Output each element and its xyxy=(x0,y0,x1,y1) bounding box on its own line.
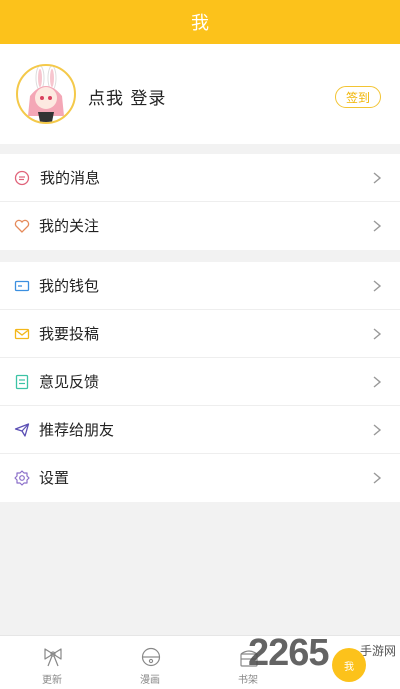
gear-icon xyxy=(14,470,30,486)
menu-item-feedback[interactable]: 意见反馈 xyxy=(0,358,400,406)
mail-icon xyxy=(14,328,30,340)
menu-item-recommend[interactable]: 推荐给朋友 xyxy=(0,406,400,454)
menu-group-2: 我的钱包 我要投稿 意见反馈 推荐给朋友 设置 xyxy=(0,262,400,502)
tab-label: 漫画 xyxy=(140,675,160,686)
message-icon xyxy=(14,170,30,186)
menu-item-label: 我的消息 xyxy=(40,169,101,187)
feedback-icon xyxy=(15,374,29,390)
chevron-right-icon xyxy=(373,424,382,436)
menu-item-label: 我的关注 xyxy=(39,217,100,235)
tab-comics[interactable]: 漫画 xyxy=(120,642,180,687)
page-title: 我 xyxy=(191,13,209,34)
bow-icon xyxy=(44,648,62,667)
login-prompt[interactable]: 点我 登录 xyxy=(88,84,166,109)
tab-label: 更新 xyxy=(42,675,62,686)
avatar[interactable] xyxy=(16,64,76,124)
chevron-right-icon xyxy=(373,376,382,388)
tab-updates[interactable]: 更新 xyxy=(22,642,82,687)
chevron-right-icon xyxy=(373,280,382,292)
chevron-right-icon xyxy=(373,220,382,232)
chevron-right-icon xyxy=(373,472,382,484)
menu-item-settings[interactable]: 设置 xyxy=(0,454,400,502)
menu-item-label: 意见反馈 xyxy=(39,373,100,391)
heart-icon xyxy=(14,219,30,233)
menu-item-label: 我的钱包 xyxy=(39,277,100,295)
profile-card[interactable]: 点我 登录 签到 xyxy=(0,44,400,144)
menu-item-following[interactable]: 我的关注 xyxy=(0,202,400,250)
tab-label: 我 xyxy=(344,661,354,673)
top-bar: 我 xyxy=(0,0,400,44)
watermark-logo: 2265 xyxy=(248,632,330,674)
menu-item-wallet[interactable]: 我的钱包 xyxy=(0,262,400,310)
menu-item-label: 设置 xyxy=(39,469,70,487)
bell-icon xyxy=(141,647,161,667)
tab-me[interactable]: 我 xyxy=(332,648,366,682)
menu-item-messages[interactable]: 我的消息 xyxy=(0,154,400,202)
send-icon xyxy=(14,423,30,437)
menu-group-1: 我的消息 我的关注 xyxy=(0,154,400,250)
menu-item-label: 我要投稿 xyxy=(39,325,100,343)
checkin-button[interactable]: 签到 xyxy=(335,86,381,108)
menu-item-submit[interactable]: 我要投稿 xyxy=(0,310,400,358)
chevron-right-icon xyxy=(373,172,382,184)
menu-item-label: 推荐给朋友 xyxy=(39,421,115,439)
wallet-icon xyxy=(14,280,30,292)
watermark-suffix: 手游网 xyxy=(360,644,397,658)
chevron-right-icon xyxy=(373,328,382,340)
